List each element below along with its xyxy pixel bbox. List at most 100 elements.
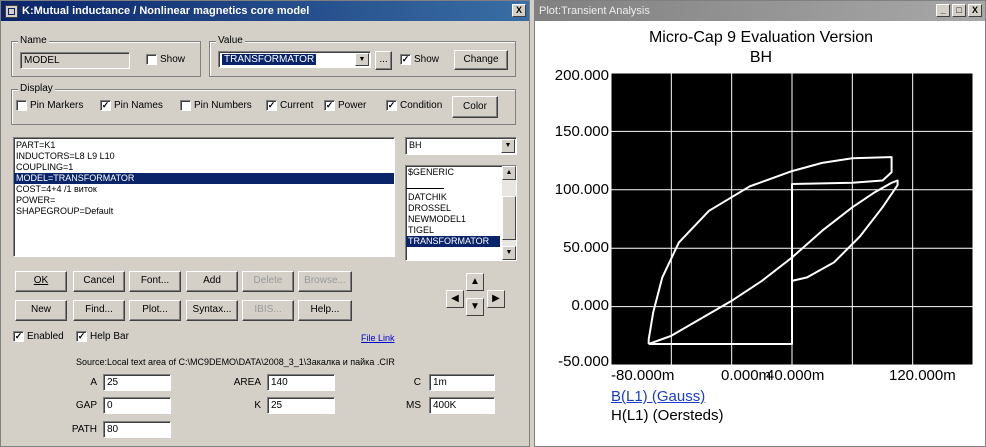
plot-button[interactable]: Plot... bbox=[129, 300, 181, 321]
y-tick-label: 100.000 bbox=[554, 181, 609, 198]
dialog-titlebar[interactable]: K:Mutual inductance / Nonlinear magnetic… bbox=[1, 1, 529, 21]
list-item[interactable]: POWER= bbox=[14, 195, 394, 206]
plot-titlebar[interactable]: Plot:Transient Analysis _ □ X bbox=[535, 1, 985, 21]
arrow-left-icon[interactable]: ◀ bbox=[446, 290, 464, 308]
arrow-up-icon[interactable]: ▲ bbox=[466, 273, 484, 291]
arrow-right-icon[interactable]: ▶ bbox=[487, 290, 505, 308]
pin-numbers-checkbox[interactable] bbox=[180, 100, 191, 111]
new-button[interactable]: New bbox=[15, 300, 67, 321]
param-k-label: K bbox=[254, 400, 261, 411]
display-option-pin-names[interactable]: ✓ Pin Names bbox=[100, 100, 163, 111]
scroll-up-icon[interactable]: ▲ bbox=[502, 166, 516, 180]
current-checkbox[interactable]: ✓ bbox=[266, 100, 277, 111]
display-group: Display Pin Markers ✓ Pin Names Pin Numbe… bbox=[11, 83, 516, 125]
x-axis-label: H(L1) (Oersteds) bbox=[611, 407, 724, 424]
value-browse-button[interactable]: ... bbox=[375, 51, 392, 70]
param-gap-field[interactable]: 0 bbox=[103, 397, 171, 414]
y-axis-label[interactable]: B(L1) (Gauss) bbox=[611, 388, 705, 405]
value-group-label: Value bbox=[216, 35, 245, 46]
scroll-thumb[interactable] bbox=[502, 196, 516, 240]
name-field[interactable]: MODEL bbox=[20, 52, 130, 69]
list-item[interactable]: SHAPEGROUP=Default bbox=[14, 206, 394, 217]
display-option-pin-markers[interactable]: Pin Markers bbox=[16, 100, 83, 111]
close-icon[interactable]: X bbox=[512, 4, 526, 17]
y-tick-label: 150.000 bbox=[554, 123, 609, 140]
param-path-field[interactable]: 80 bbox=[103, 421, 171, 438]
list-item[interactable]: INDUCTORS=L8 L9 L10 bbox=[14, 151, 394, 162]
syntax-button[interactable]: Syntax... bbox=[186, 300, 238, 321]
condition-checkbox[interactable]: ✓ bbox=[386, 100, 397, 111]
minimize-icon[interactable]: _ bbox=[936, 4, 950, 17]
attribute-list[interactable]: PART=K1 INDUCTORS=L8 L9 L10 COUPLING=1 M… bbox=[13, 137, 395, 257]
app-icon bbox=[5, 4, 18, 18]
color-button[interactable]: Color bbox=[452, 96, 498, 118]
value-combobox[interactable]: TRANSFORMATOR ▼ bbox=[218, 51, 371, 68]
param-c-field[interactable]: 1m bbox=[429, 374, 495, 391]
cancel-button[interactable]: Cancel bbox=[73, 271, 125, 292]
value-show-label: Show bbox=[414, 54, 440, 65]
param-area-field[interactable]: 140 bbox=[267, 374, 335, 391]
list-item[interactable]: DATCHIK bbox=[406, 192, 516, 203]
change-button[interactable]: Change bbox=[454, 50, 508, 70]
power-checkbox[interactable]: ✓ bbox=[324, 100, 335, 111]
y-tick-label: 200.000 bbox=[554, 67, 609, 84]
maximize-icon[interactable]: □ bbox=[952, 4, 966, 17]
model-type-dropdown[interactable]: BH ▼ bbox=[405, 137, 517, 155]
value-show-checkbox[interactable]: ✓ bbox=[400, 54, 411, 65]
list-item[interactable]: TRANSFORMATOR bbox=[406, 236, 500, 247]
display-option-power[interactable]: ✓ Power bbox=[324, 100, 366, 111]
bh-plot bbox=[611, 73, 973, 365]
name-show-checkbox[interactable] bbox=[146, 54, 157, 65]
pin-markers-checkbox[interactable] bbox=[16, 100, 27, 111]
value-show-option[interactable]: ✓ Show bbox=[400, 54, 439, 65]
scroll-down-icon[interactable]: ▼ bbox=[502, 246, 516, 260]
enabled-option[interactable]: ✓ Enabled bbox=[13, 331, 64, 342]
helpbar-option[interactable]: ✓ Help Bar bbox=[76, 331, 129, 342]
list-item[interactable]: $GENERIC bbox=[406, 167, 516, 178]
list-item[interactable]: MODEL=TRANSFORMATOR bbox=[14, 173, 394, 184]
ibis-button[interactable]: IBIS... bbox=[242, 300, 294, 321]
helpbar-checkbox[interactable]: ✓ bbox=[76, 331, 87, 342]
chart-title: Micro-Cap 9 Evaluation Version bbox=[648, 29, 874, 46]
pin-names-checkbox[interactable]: ✓ bbox=[100, 100, 111, 111]
display-option-condition[interactable]: ✓ Condition bbox=[386, 100, 442, 111]
list-item[interactable]: COUPLING=1 bbox=[14, 162, 394, 173]
chart-subtitle: BH bbox=[749, 49, 773, 66]
list-item[interactable]: NEWMODEL1 bbox=[406, 214, 516, 225]
chevron-down-icon[interactable]: ▼ bbox=[501, 139, 515, 153]
delete-button[interactable]: Delete bbox=[242, 271, 294, 292]
list-item[interactable]: PART=K1 bbox=[14, 140, 394, 151]
enabled-checkbox[interactable]: ✓ bbox=[13, 331, 24, 342]
add-button[interactable]: Add bbox=[186, 271, 238, 292]
param-path-label: PATH bbox=[71, 424, 97, 435]
list-item[interactable]: DROSSEL bbox=[406, 203, 516, 214]
param-ms-field[interactable]: 400K bbox=[429, 397, 495, 414]
help-label: Help... bbox=[310, 304, 340, 315]
display-option-pin-numbers[interactable]: Pin Numbers bbox=[180, 100, 252, 111]
name-show-option[interactable]: Show bbox=[146, 54, 185, 65]
list-item[interactable] bbox=[406, 184, 444, 189]
chevron-down-icon[interactable]: ▼ bbox=[355, 53, 369, 66]
arrow-down-icon[interactable]: ▼ bbox=[466, 298, 484, 316]
param-area-label: AREA bbox=[233, 377, 261, 388]
browse-button[interactable]: Browse... bbox=[298, 271, 352, 292]
ok-button[interactable]: OK bbox=[15, 271, 67, 292]
display-option-current[interactable]: ✓ Current bbox=[266, 100, 313, 111]
models-list[interactable]: $GENERIC DATCHIK DROSSEL NEWMODEL1 TIGEL… bbox=[405, 165, 517, 261]
enabled-label: Enabled bbox=[27, 331, 64, 342]
close-icon[interactable]: X bbox=[968, 4, 982, 17]
name-show-label: Show bbox=[160, 54, 186, 65]
param-a-label: A bbox=[90, 377, 97, 388]
list-item[interactable]: COST=4+4 /1 виток bbox=[14, 184, 394, 195]
delete-label: Delete bbox=[253, 275, 283, 286]
find-button[interactable]: Find... bbox=[73, 300, 125, 321]
help-button[interactable]: Help... bbox=[298, 300, 352, 321]
param-k-field[interactable]: 25 bbox=[267, 397, 335, 414]
param-ms-label: MS bbox=[406, 400, 421, 411]
file-link[interactable]: File Link bbox=[361, 333, 395, 343]
list-item[interactable]: TIGEL bbox=[406, 225, 516, 236]
font-button[interactable]: Font... bbox=[129, 271, 181, 292]
value-group: Value TRANSFORMATOR ▼ ... ✓ Show Change bbox=[209, 35, 516, 77]
models-scrollbar[interactable]: ▲ ▼ bbox=[502, 166, 516, 260]
param-a-field[interactable]: 25 bbox=[103, 374, 171, 391]
